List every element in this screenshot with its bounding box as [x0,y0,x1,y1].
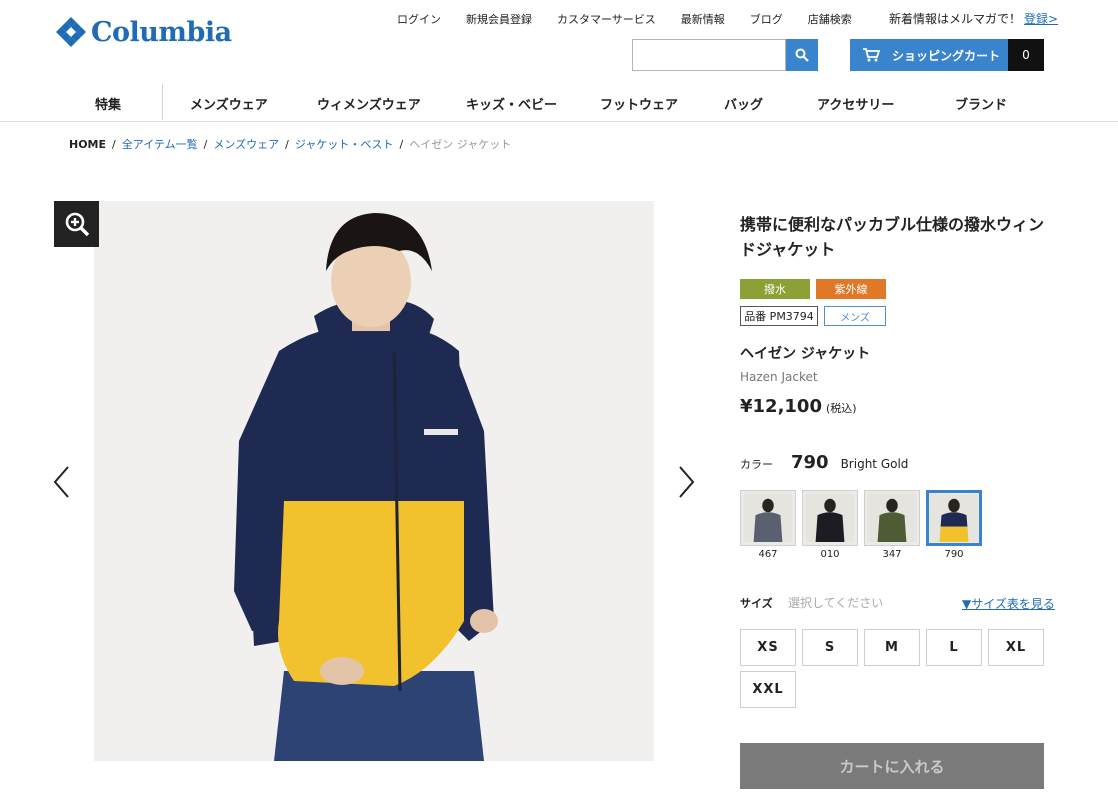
breadcrumb-separator: / [285,137,289,151]
swatch-label: 347 [882,549,902,560]
size-option-xxl[interactable]: XXL [740,671,796,708]
cart-label: ショッピングカート [892,48,1001,63]
breadcrumb-jackets[interactable]: ジャケット・ベスト [295,136,394,152]
search-input[interactable] [632,39,786,71]
color-swatch-347[interactable] [864,490,920,546]
price: ¥12,100 (税込) [740,396,857,417]
search-icon [795,48,809,62]
color-swatch-790[interactable] [926,490,982,546]
tax-note: (税込) [825,402,857,415]
brand-name: Columbia [91,16,232,48]
color-label: カラー [740,458,773,471]
store-search-link[interactable]: 店舗検索 [808,11,852,27]
newsletter: 新着情報はメルマガで！ 登録> [889,10,1058,27]
add-to-cart-button[interactable]: カートに入れる [740,743,1044,789]
size-label: サイズ [740,597,773,610]
previous-image-arrow-icon[interactable] [52,465,72,499]
price-value: ¥12,100 [740,396,822,417]
product-image[interactable] [94,201,654,761]
color-selection: カラー 790 Bright Gold [740,452,908,473]
nav-divider [162,84,163,120]
breadcrumb-separator: / [203,137,208,151]
size-option-m[interactable]: M [864,629,920,666]
login-link[interactable]: ログイン [397,11,441,27]
nav-item-brand[interactable]: ブランド [955,94,1007,113]
breadcrumb-separator: / [112,137,116,151]
nav-item-mens[interactable]: メンズウェア [190,94,268,113]
breadcrumb-all-items[interactable]: 全アイテム一覧 [122,136,198,152]
product-title: 携帯に便利なパッカブル仕様の撥水ウィンドジャケット [740,215,1045,259]
size-option-xl[interactable]: XL [988,629,1044,666]
zoom-in-icon [65,212,89,237]
nav-item-features[interactable]: 特集 [95,94,121,113]
color-swatch-010[interactable] [802,490,858,546]
newsletter-text: 新着情報はメルマガで！ [889,12,1022,26]
cart-icon [863,48,880,62]
customer-service-link[interactable]: カスタマーサービス [557,11,656,27]
size-option-l[interactable]: L [926,629,982,666]
blog-link[interactable]: ブログ [750,11,783,27]
breadcrumb-separator: / [399,137,404,151]
product-code: 品番 PM3794 [740,306,818,326]
product-name-en: Hazen Jacket [740,370,818,384]
nav-item-kids[interactable]: キッズ・ベビー [466,94,557,113]
main-nav: 特集 メンズウェア ウィメンズウェア キッズ・ベビー フットウェア バッグ アク… [0,84,1118,122]
search-button[interactable] [786,39,818,71]
breadcrumb-home[interactable]: HOME [69,138,106,151]
swatch-label: 790 [944,549,964,560]
size-option-s[interactable]: S [802,629,858,666]
tag-water-repellent: 撥水 [740,279,810,299]
zoom-button[interactable] [54,201,99,247]
product-name-ja: ヘイゼン ジャケット [740,346,871,362]
swatch-label: 467 [758,549,778,560]
nav-item-accessories[interactable]: アクセサリー [817,94,894,113]
cart-button[interactable]: ショッピングカート [850,39,1008,71]
product-meta: 品番 PM3794 メンズ [740,306,886,326]
register-link[interactable]: 新規会員登録 [466,11,532,27]
size-chart-link[interactable]: ▼サイズ表を見る [962,595,1055,612]
nav-item-bags[interactable]: バッグ [724,94,763,113]
size-placeholder: 選択してください [788,596,884,610]
color-name: Bright Gold [840,457,909,471]
gender-badge: メンズ [824,306,886,326]
cart-count[interactable]: 0 [1008,39,1044,71]
nav-item-womens[interactable]: ウィメンズウェア [317,94,421,113]
nav-item-footwear[interactable]: フットウェア [600,94,678,113]
color-swatch-467[interactable] [740,490,796,546]
brand-logo[interactable]: Columbia [55,16,232,48]
size-option-xs[interactable]: XS [740,629,796,666]
feature-tags: 撥水 紫外線 [740,279,886,299]
columbia-diamond-icon [56,17,86,47]
breadcrumb-mens[interactable]: メンズウェア [213,136,279,152]
news-link[interactable]: 最新情報 [681,11,725,27]
color-code: 790 [791,452,829,473]
swatch-label: 010 [820,549,840,560]
breadcrumb-current: ヘイゼン ジャケット [409,138,512,151]
model-illustration [94,201,654,761]
tag-uv: 紫外線 [816,279,886,299]
breadcrumb: HOME / 全アイテム一覧 / メンズウェア / ジャケット・ベスト / ヘイ… [69,136,511,152]
utility-links: ログイン 新規会員登録 カスタマーサービス 最新情報 ブログ 店舗検索 [397,11,877,27]
newsletter-register-link[interactable]: 登録> [1024,12,1058,26]
next-image-arrow-icon[interactable] [676,465,696,499]
